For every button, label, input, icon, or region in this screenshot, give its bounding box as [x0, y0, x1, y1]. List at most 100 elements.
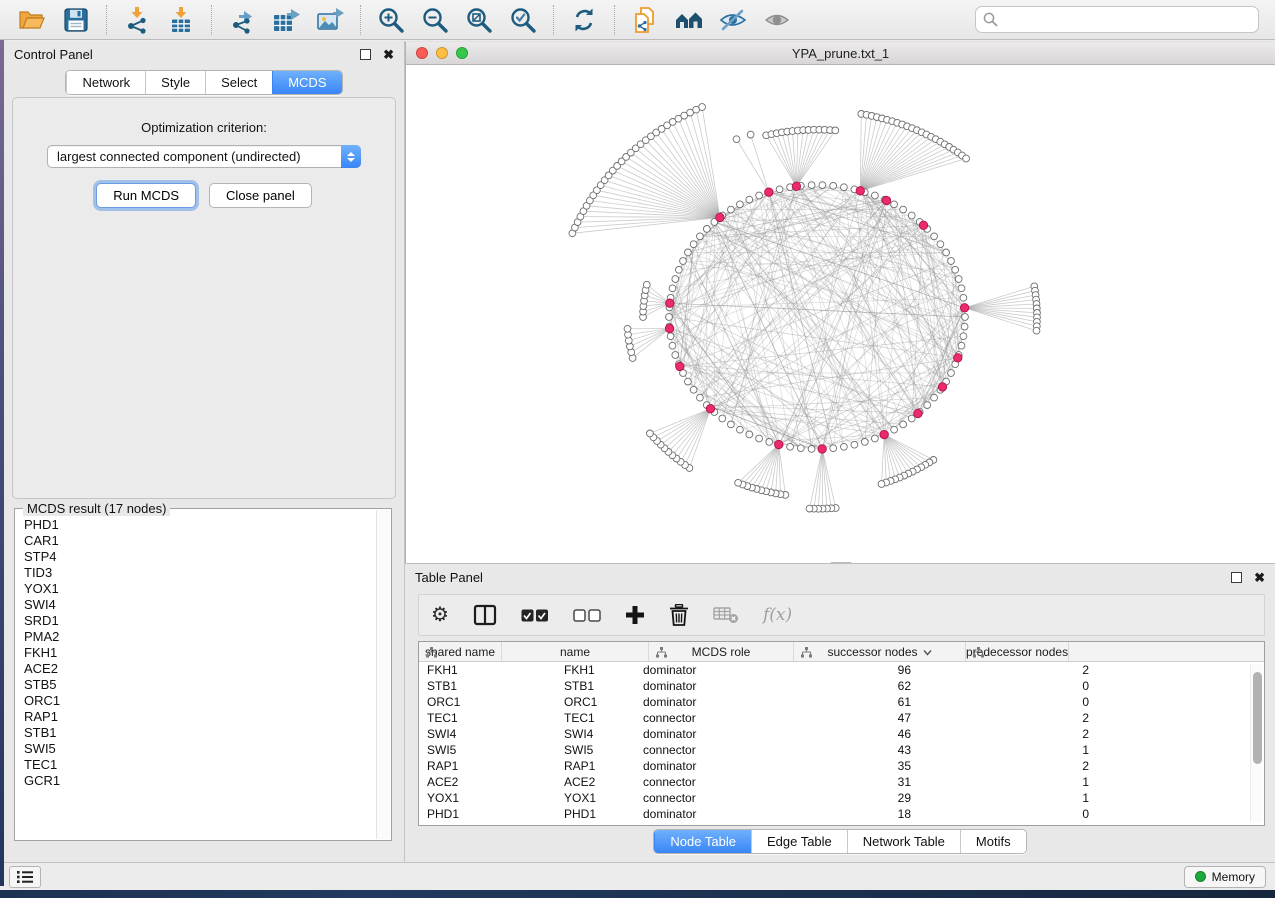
close-panel-button[interactable]: Close panel: [209, 183, 312, 208]
mcds-result-item[interactable]: PHD1: [24, 517, 375, 533]
memory-button[interactable]: Memory: [1184, 866, 1266, 888]
table-scrollbar[interactable]: [1250, 664, 1262, 822]
network-canvas[interactable]: [406, 65, 1275, 563]
table-options-gear-icon[interactable]: ⚙: [431, 601, 449, 629]
show-panels-icon[interactable]: [762, 5, 792, 35]
table-row[interactable]: ACE2 ACE2 connector 31 1: [419, 774, 1264, 790]
mcds-result-item[interactable]: SWI4: [24, 597, 375, 613]
table-row[interactable]: SWI4 SWI4 dominator 46 2: [419, 726, 1264, 742]
result-list-scrollbar[interactable]: [376, 510, 390, 839]
open-file-icon[interactable]: [17, 5, 47, 35]
cell-name: RAP1: [552, 759, 635, 773]
add-column-icon[interactable]: [625, 601, 645, 629]
tree-hierarchy-icon: [973, 647, 984, 661]
mcds-result-item[interactable]: STB5: [24, 677, 375, 693]
search-input[interactable]: [975, 6, 1259, 33]
zoom-out-icon[interactable]: [420, 5, 450, 35]
column-header[interactable]: shared name: [419, 642, 502, 661]
table-row[interactable]: STB1 STB1 dominator 62 0: [419, 678, 1264, 694]
column-header[interactable]: MCDS role: [649, 642, 794, 661]
cell-shared-name: SWI5: [419, 743, 552, 757]
window-minimize-button[interactable]: [436, 47, 448, 59]
import-table-icon[interactable]: [166, 5, 196, 35]
function-builder-icon: f(x): [763, 601, 792, 629]
mcds-result-list: PHD1CAR1STP4TID3YOX1SWI4SRD1PMA2FKH1ACE2…: [17, 511, 375, 838]
memory-label: Memory: [1212, 870, 1255, 884]
mcds-result-item[interactable]: TEC1: [24, 757, 375, 773]
window-zoom-button[interactable]: [456, 47, 468, 59]
table-row[interactable]: ORC1 ORC1 dominator 61 0: [419, 694, 1264, 710]
hide-panels-icon[interactable]: [718, 5, 748, 35]
cell-successor-nodes: 62: [782, 679, 927, 693]
close-panel-icon[interactable]: ✖: [383, 49, 394, 60]
column-header-label: successor nodes: [827, 645, 917, 659]
table-tab[interactable]: Motifs: [960, 830, 1026, 853]
column-header[interactable]: predecessor nodes: [966, 642, 1069, 661]
birdseye-view-icon[interactable]: [674, 5, 704, 35]
column-header[interactable]: successor nodes: [794, 642, 966, 661]
export-image-icon[interactable]: [315, 5, 345, 35]
control-panel-tab[interactable]: MCDS: [272, 71, 341, 94]
mcds-result-item[interactable]: ORC1: [24, 693, 375, 709]
mcds-result-item[interactable]: SRD1: [24, 613, 375, 629]
optimization-criterion-label: Optimization criterion:: [13, 120, 395, 135]
table-tab[interactable]: Edge Table: [751, 830, 847, 853]
mcds-result-item[interactable]: ACE2: [24, 661, 375, 677]
save-session-icon[interactable]: [61, 5, 91, 35]
cell-successor-nodes: 43: [782, 743, 927, 757]
mcds-result-item[interactable]: FKH1: [24, 645, 375, 661]
cell-mcds-role: connector: [635, 775, 782, 789]
control-panel-tab[interactable]: Network: [66, 71, 145, 94]
control-panel-tab[interactable]: Select: [205, 71, 272, 94]
float-table-panel-button[interactable]: [1231, 572, 1242, 583]
cell-shared-name: SWI4: [419, 727, 552, 741]
table-row[interactable]: SWI5 SWI5 connector 43 1: [419, 742, 1264, 758]
mcds-result-item[interactable]: STP4: [24, 549, 375, 565]
delete-column-icon[interactable]: [669, 601, 689, 629]
optimization-criterion-select[interactable]: largest connected component (undirected): [47, 145, 361, 168]
cell-predecessor-nodes: 0: [927, 807, 1099, 821]
show-column-icon[interactable]: [473, 601, 497, 629]
close-table-panel-icon[interactable]: ✖: [1254, 572, 1265, 583]
mcds-result-item[interactable]: CAR1: [24, 533, 375, 549]
column-header[interactable]: name: [502, 642, 649, 661]
table-row[interactable]: YOX1 YOX1 connector 29 1: [419, 790, 1264, 806]
cell-name: ORC1: [552, 695, 635, 709]
network-graph[interactable]: [406, 65, 1275, 563]
desktop-edge: [0, 40, 4, 886]
float-panel-button[interactable]: [360, 49, 371, 60]
mcds-result-item[interactable]: GCR1: [24, 773, 375, 789]
table-row[interactable]: RAP1 RAP1 dominator 35 2: [419, 758, 1264, 774]
mcds-result-item[interactable]: PMA2: [24, 629, 375, 645]
select-all-checkboxes-icon[interactable]: [521, 601, 549, 629]
table-row[interactable]: PHD1 PHD1 dominator 18 0: [419, 806, 1264, 822]
clone-network-icon[interactable]: [630, 5, 660, 35]
table-scrollbar-thumb[interactable]: [1253, 672, 1262, 764]
mcds-result-item[interactable]: TID3: [24, 565, 375, 581]
mcds-result-item[interactable]: YOX1: [24, 581, 375, 597]
run-mcds-button[interactable]: Run MCDS: [96, 183, 196, 208]
table-tab[interactable]: Network Table: [847, 830, 960, 853]
cell-mcds-role: dominator: [635, 679, 782, 693]
window-close-button[interactable]: [416, 47, 428, 59]
export-table-icon[interactable]: [271, 5, 301, 35]
cell-successor-nodes: 61: [782, 695, 927, 709]
export-network-icon[interactable]: [227, 5, 257, 35]
mcds-result-item[interactable]: RAP1: [24, 709, 375, 725]
cell-successor-nodes: 31: [782, 775, 927, 789]
table-row[interactable]: FKH1 FKH1 dominator 96 2: [419, 662, 1264, 678]
table-tab[interactable]: Node Table: [654, 830, 751, 853]
control-panel-tab[interactable]: Style: [145, 71, 205, 94]
zoom-in-icon[interactable]: [376, 5, 406, 35]
zoom-selected-icon[interactable]: [508, 5, 538, 35]
import-network-icon[interactable]: [122, 5, 152, 35]
search-field-wrap: [975, 6, 1259, 33]
deselect-all-checkboxes-icon[interactable]: [573, 601, 601, 629]
mcds-result-item[interactable]: SWI5: [24, 741, 375, 757]
task-history-button[interactable]: [9, 866, 41, 888]
zoom-fit-content-icon[interactable]: [464, 5, 494, 35]
refresh-view-icon[interactable]: [569, 5, 599, 35]
column-header-label: name: [560, 645, 590, 659]
table-row[interactable]: TEC1 TEC1 connector 47 2: [419, 710, 1264, 726]
mcds-result-item[interactable]: STB1: [24, 725, 375, 741]
